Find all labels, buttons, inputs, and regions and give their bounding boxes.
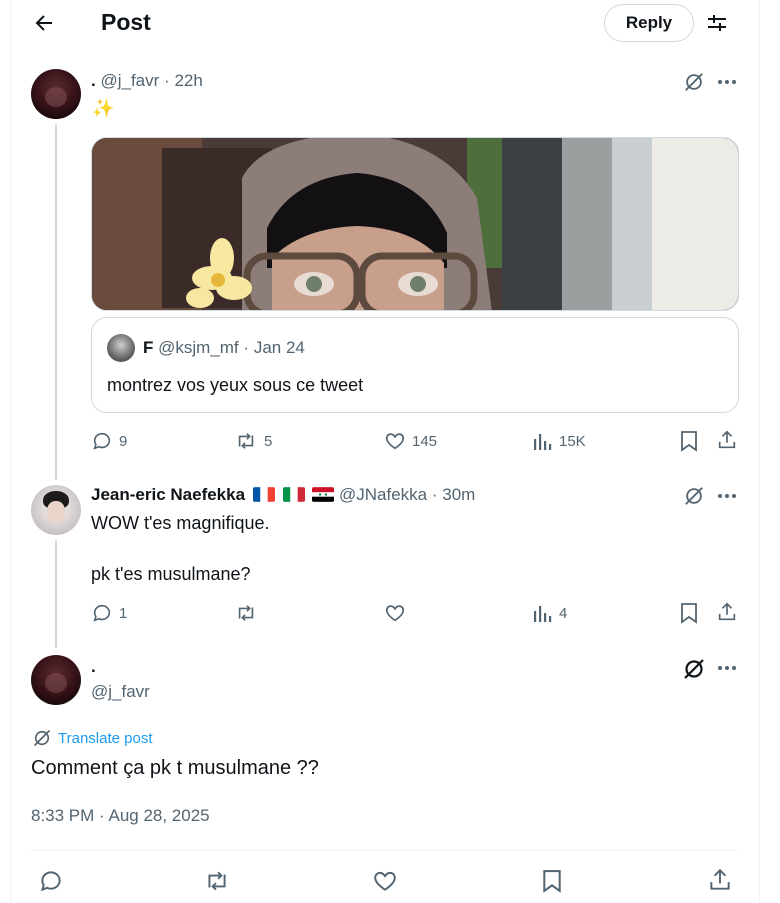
avatar[interactable] — [31, 69, 81, 119]
translate-label: Translate post — [58, 729, 153, 747]
separator: · — [243, 338, 250, 357]
comment-icon — [91, 430, 113, 452]
more-icon[interactable] — [716, 658, 738, 678]
translate-post-link[interactable]: Translate post — [32, 728, 153, 748]
post-time[interactable]: 30m — [442, 485, 475, 504]
repost-action[interactable] — [234, 602, 258, 624]
comment-icon[interactable] — [38, 868, 64, 894]
syria-flag-icon — [312, 487, 335, 502]
italy-flag-icon — [282, 487, 305, 502]
chart-icon — [533, 430, 553, 452]
thread-line — [55, 124, 57, 480]
like-action[interactable]: 145 — [384, 430, 437, 452]
page-title: Post — [101, 9, 151, 35]
tweet-header: . @j_favr · 22h — [91, 71, 203, 91]
author-name[interactable]: Jean-eric Naefekka — [91, 485, 245, 504]
quoted-avatar — [107, 334, 135, 362]
view-count: 15K — [559, 432, 586, 450]
repost-icon[interactable] — [203, 868, 231, 894]
heart-icon — [384, 430, 406, 452]
post-time[interactable]: 22h — [174, 71, 202, 90]
author-name[interactable]: . — [91, 657, 96, 677]
more-icon[interactable] — [716, 72, 738, 92]
views-action[interactable]: 15K — [533, 430, 586, 452]
quoted-author-name: F — [143, 338, 154, 357]
repost-icon — [234, 602, 258, 624]
post-text: Comment ça pk t musulmane ?? — [31, 757, 319, 779]
author-handle[interactable]: @j_favr — [91, 682, 150, 702]
quoted-post[interactable]: F @ksjm_mf · Jan 24 montrez vos yeux sou… — [91, 317, 739, 413]
tweet-text-line-1: WOW t'es magnifique. — [91, 513, 270, 533]
author-handle[interactable]: @JNafekka — [339, 485, 427, 504]
reply-button[interactable]: Reply — [604, 4, 694, 42]
thread-line — [55, 540, 57, 648]
author-handle[interactable]: @j_favr — [100, 71, 159, 90]
quoted-author-handle: @ksjm_mf — [158, 338, 239, 357]
author-name-text: . — [91, 657, 96, 676]
share-icon[interactable] — [716, 429, 738, 451]
avatar[interactable] — [31, 655, 81, 705]
bookmark-icon[interactable] — [679, 430, 699, 452]
reply-count: 1 — [119, 604, 128, 622]
grok-icon[interactable] — [683, 485, 705, 507]
tweet-text-line-2: pk t'es musulmane? — [91, 564, 251, 584]
grok-icon[interactable] — [682, 657, 706, 681]
like-count: 145 — [412, 432, 438, 450]
repost-action[interactable]: 5 — [234, 430, 272, 452]
author-name[interactable]: . — [91, 71, 96, 90]
reply-action[interactable]: 1 — [91, 602, 127, 624]
chart-icon — [533, 602, 553, 624]
france-flag-icon — [252, 487, 275, 502]
heart-icon[interactable] — [372, 868, 398, 894]
quoted-text: montrez vos yeux sous ce tweet — [107, 375, 364, 395]
share-icon[interactable] — [716, 601, 738, 623]
reply-action[interactable]: 9 — [91, 430, 127, 452]
bookmark-icon[interactable] — [541, 868, 563, 894]
post-image[interactable] — [91, 137, 739, 311]
like-action[interactable] — [384, 602, 406, 624]
sliders-icon[interactable] — [705, 11, 729, 35]
separator: · — [431, 485, 438, 504]
comment-icon — [91, 602, 113, 624]
views-action[interactable]: 4 — [533, 602, 567, 624]
separator: · — [164, 71, 170, 90]
repost-icon — [234, 430, 258, 452]
quoted-header: F @ksjm_mf · Jan 24 — [143, 338, 305, 358]
repost-count: 5 — [264, 432, 273, 450]
bookmark-icon[interactable] — [679, 602, 699, 624]
reply-count: 9 — [119, 432, 128, 450]
tweet-header: Jean-eric Naefekka @JNafekka · 30m — [91, 485, 475, 505]
divider — [31, 850, 739, 851]
more-icon[interactable] — [716, 486, 738, 506]
view-count: 4 — [559, 604, 568, 622]
post-timestamp[interactable]: 8:33 PM · Aug 28, 2025 — [31, 806, 210, 826]
grok-icon[interactable] — [683, 71, 705, 93]
avatar[interactable] — [31, 485, 81, 535]
back-arrow-icon[interactable] — [32, 11, 56, 35]
heart-icon — [384, 602, 406, 624]
quoted-date: Jan 24 — [253, 338, 305, 357]
share-icon[interactable] — [707, 867, 733, 893]
tweet-text: ✨ — [92, 98, 115, 118]
translate-icon — [32, 728, 52, 748]
